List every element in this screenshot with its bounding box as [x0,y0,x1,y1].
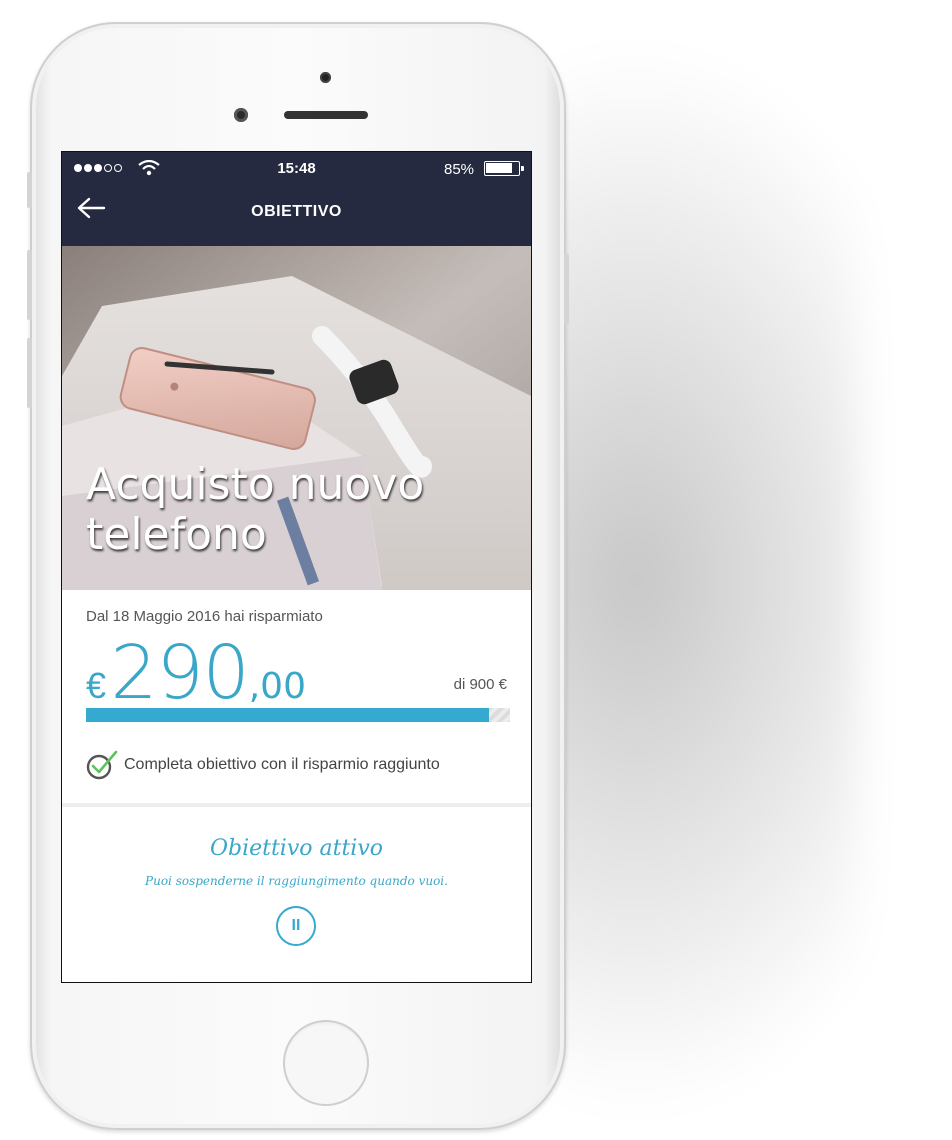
pause-button[interactable]: II [276,906,316,946]
app-screen: 15:48 85% OBIETTIVO Acquisto nuovo telef… [62,152,531,982]
front-camera [234,108,248,122]
goal-status-subtitle: Puoi sospenderne il raggiungimento quand… [145,874,448,888]
earpiece-speaker [284,111,368,119]
battery-percent: 85% [444,161,475,178]
complete-goal-option-label[interactable]: Completa obiettivo con il risparmio ragg… [124,756,440,774]
battery-icon [484,161,520,176]
page-title: OBIETTIVO [251,203,342,220]
goal-status-title: Obiettivo attivo [209,836,384,861]
goal-hero-image: Acquisto nuovo telefono [62,246,531,590]
proximity-sensor [320,72,331,83]
battery-tip [521,166,524,171]
section-divider [62,803,531,807]
savings-progress-bar [86,708,510,722]
currency-symbol: € [86,665,107,706]
check-circle-icon[interactable] [86,748,118,780]
volume-down-button [27,338,32,408]
savings-since-text: Dal 18 Maggio 2016 hai risparmiato [86,608,323,625]
goal-target: di 900 € [453,676,507,693]
goal-title: Acquisto nuovo telefono [86,459,425,560]
amount-decimal: ,00 [248,666,306,707]
amount-integer: 290 [110,630,249,716]
progress-fill [86,708,489,722]
mute-switch [27,172,32,208]
navigation-bar: 15:48 85% OBIETTIVO [62,152,531,246]
volume-up-button [27,250,32,320]
status-bar: 15:48 85% [62,160,531,180]
saved-amount: € 290,00 [86,630,306,716]
pause-icon: II [291,917,301,934]
home-button[interactable] [283,1020,369,1106]
power-button [564,254,569,324]
